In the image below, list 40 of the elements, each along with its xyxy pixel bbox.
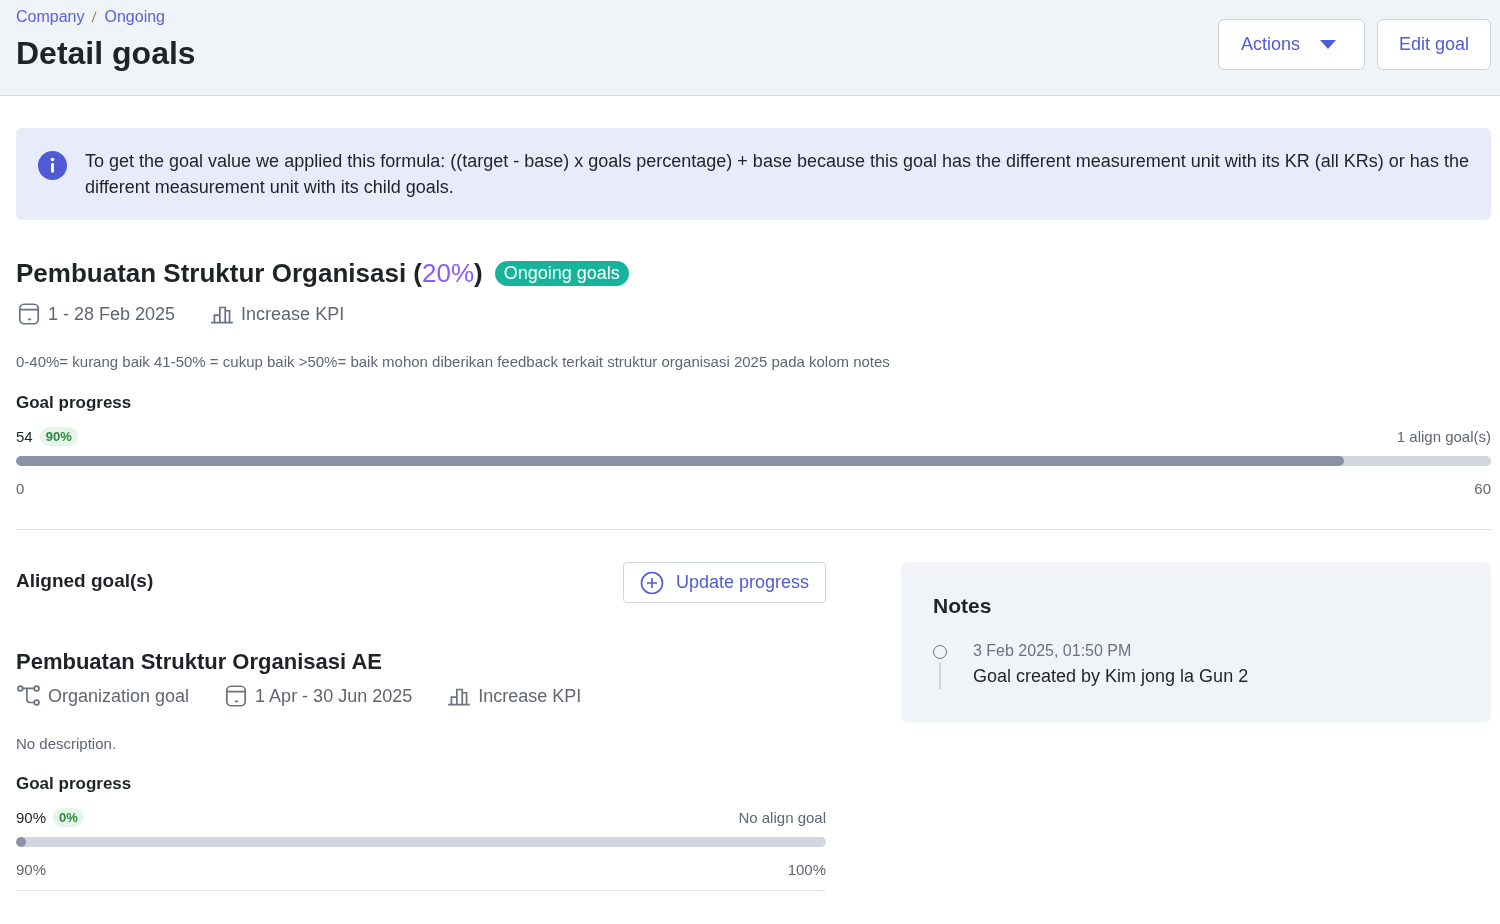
- note-text: Goal created by Kim jong la Gun 2: [973, 666, 1249, 687]
- percent-badge: 0%: [53, 808, 84, 827]
- breadcrumb-separator-icon: [91, 11, 98, 23]
- range-max: 60: [1474, 480, 1491, 497]
- goal-type: Organization goal: [48, 685, 190, 707]
- calendar-icon: [16, 301, 42, 327]
- timeline-line: [939, 663, 941, 689]
- edit-goal-button[interactable]: Edit goal: [1376, 19, 1491, 70]
- plus-circle-icon: [639, 570, 664, 595]
- status-badge: Ongoing goals: [494, 261, 629, 286]
- info-text: To get the goal value we applied this formula: ((target - base) x goals percentage) + base because this goal has the different measurement unit with its KR (all KRs) or has the different measurement unit with its child goals.: [85, 150, 1469, 199]
- caret-icon: [1319, 39, 1336, 50]
- align-count: 1 align goal(s): [1396, 428, 1491, 445]
- range-min: 90%: [16, 861, 47, 878]
- range-max: 100%: [787, 861, 826, 878]
- section-heading: Goal progress: [16, 774, 133, 794]
- goal-kpi: Increase KPI: [241, 303, 345, 325]
- hierarchy-icon: [16, 683, 42, 709]
- notes-title: Notes: [933, 594, 993, 618]
- goal-period: 1 Apr - 30 Jun 2025: [255, 685, 413, 707]
- progress-value: 54: [16, 428, 33, 445]
- update-progress-button[interactable]: Update progress: [622, 562, 826, 603]
- goal-description: 0-40%= kurang baik 41-50% = cukup baik >50%= baik mohon diberikan feedback terkait struktur organisasi 2025 pada kolom notes: [16, 353, 891, 370]
- progress-value: 90%: [16, 809, 47, 826]
- breadcrumb-link[interactable]: Ongoing: [104, 8, 165, 26]
- breadcrumb-link[interactable]: Company: [16, 8, 85, 26]
- actions-dropdown[interactable]: Actions: [1217, 19, 1365, 70]
- align-count: No align goal: [738, 809, 826, 826]
- note-time: 3 Feb 2025, 01:50 PM: [973, 642, 1133, 660]
- range-min: 0: [16, 480, 25, 497]
- page-title: Detail goals: [16, 35, 196, 72]
- info-icon: [38, 151, 67, 180]
- section-heading: Aligned goal(s): [16, 570, 154, 592]
- goal-period: 1 - 28 Feb 2025: [48, 303, 176, 325]
- goal-title: Pembuatan Struktur Organisasi (20%): [16, 258, 483, 289]
- percent-badge: 90%: [39, 427, 78, 446]
- aligned-goal-title: Pembuatan Struktur Organisasi AE: [16, 649, 383, 675]
- section-heading: Goal progress: [16, 393, 133, 413]
- goal-description: No description.: [16, 735, 118, 752]
- goal-kpi: Increase KPI: [478, 685, 582, 707]
